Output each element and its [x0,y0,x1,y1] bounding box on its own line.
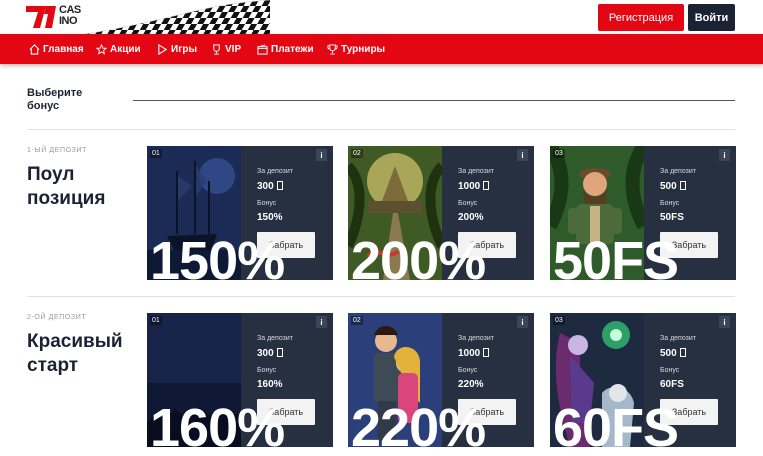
info-icon[interactable]: i [719,149,730,161]
deposit-label: 2-ОЙ ДЕПОЗИТ [27,314,87,321]
deposit-caption: За депозит [458,335,494,342]
bonus-big-text: 160% [150,398,285,447]
choose-bonus-label: Выберите бонус [27,87,83,112]
bonus-big-text: 200% [351,231,486,280]
logo-text: CAS INO [59,4,81,27]
login-button[interactable]: Войти [688,4,735,31]
bonus-caption: Бонус [458,367,478,374]
deposit-caption: За депозит [458,168,494,175]
nav-label: Платежи [271,43,314,55]
deposit-value: 300 [257,181,274,192]
currency-icon [483,348,490,357]
bonus-big-text: 220% [351,398,486,447]
card-number: 01 [150,149,162,158]
site-logo[interactable]: CAS INO [26,4,88,30]
deposit-value: 1000 [458,348,481,359]
nav-item-promotions[interactable]: Акции [96,34,141,64]
register-button[interactable]: Регистрация [598,4,684,31]
bonus-value: 160% [257,379,283,390]
nav-item-payments[interactable]: Платежи [257,34,314,64]
section-divider [27,129,735,130]
deposit-value: 300 [257,348,274,359]
card-number: 02 [351,316,363,325]
info-icon[interactable]: i [316,149,327,161]
bonus-caption: Бонус [458,200,478,207]
card-number: 03 [553,316,565,325]
deposit-caption: За депозит [257,168,293,175]
nav-label: Игры [171,43,198,55]
trophy-icon [213,43,220,55]
nav-item-home[interactable]: Главная [29,34,84,64]
currency-icon [679,181,686,190]
bonus-big-text: 150% [150,231,285,280]
bonus-value: 200% [458,212,484,223]
bonus-card[interactable]: 03 i За депозит 500 Бонус 50FS Забрать 5… [550,146,736,280]
bonus-value: 150% [257,212,283,223]
card-number: 02 [351,149,363,158]
info-icon[interactable]: i [719,316,730,328]
section-title: Красивый старт [27,331,123,376]
bonus-card[interactable]: 03 i За депозит 500 Бонус 60FS Забрать 6… [550,313,736,447]
bonus-card[interactable]: 02 i За депозит 1000 Бонус 200% Забрать … [348,146,534,280]
card-number: 01 [150,316,162,325]
section-divider [27,296,735,297]
deposit-caption: За депозит [257,335,293,342]
currency-icon [679,348,686,357]
nav-item-games[interactable]: Игры [157,34,197,64]
deposit-amount: 1000 [458,181,490,192]
deposit-amount: 1000 [458,348,490,359]
bonus-big-text: 50FS [553,231,679,280]
card-number: 03 [553,149,565,158]
bonus-caption: Бонус [257,200,277,207]
choose-bonus-divider [133,100,735,101]
deposit-amount: 300 [257,348,283,359]
bonus-caption: Бонус [257,367,277,374]
home-icon [29,43,40,55]
bonus-caption: Бонус [660,367,680,374]
deposit-label: 1-ЫЙ ДЕПОЗИТ [27,147,88,154]
info-icon[interactable]: i [517,316,528,328]
star-icon [96,43,107,55]
section-title: Поул позиция [27,164,106,209]
deposit-amount: 500 [660,348,686,359]
nav-item-vip[interactable]: VIP [211,34,241,64]
wallet-icon [257,43,268,55]
checkered-flag-decoration [85,0,270,34]
currency-icon [483,181,490,190]
info-icon[interactable]: i [517,149,528,161]
nav-label: VIP [225,43,242,55]
nav-item-tournaments[interactable]: Турниры [327,34,385,64]
bonus-card[interactable]: 02 i За депозит 1000 Бонус 220% Забрать … [348,313,534,447]
nav-label: Акции [110,43,141,55]
bonus-big-text: 60FS [553,398,679,447]
deposit-amount: 300 [257,181,283,192]
cup-icon [327,43,338,55]
nav-label: Главная [43,43,84,55]
bonus-value: 50FS [660,212,684,223]
bonus-caption: Бонус [660,200,680,207]
currency-icon [276,181,283,190]
deposit-caption: За депозит [660,335,696,342]
bonus-value: 60FS [660,379,684,390]
deposit-caption: За депозит [660,168,696,175]
bonus-value: 220% [458,379,484,390]
bonus-card[interactable]: 01 i За депозит 300 Бонус 160% Забрать 1… [147,313,333,447]
deposit-amount: 500 [660,181,686,192]
deposit-value: 500 [660,348,677,359]
deposit-value: 1000 [458,181,481,192]
currency-icon [276,348,283,357]
deposit-value: 500 [660,181,677,192]
info-icon[interactable]: i [316,316,327,328]
main-nav: Главная Акции Игры VIP Платежи Турниры [0,34,763,64]
play-icon [158,43,168,55]
top-bar: CAS INO Регистрация Войти [0,0,763,34]
logo-mark-icon [26,6,56,28]
nav-label: Турниры [341,43,386,55]
bonus-card[interactable]: 01 i За депозит 300 Бонус 150% Забрать 1… [147,146,333,280]
